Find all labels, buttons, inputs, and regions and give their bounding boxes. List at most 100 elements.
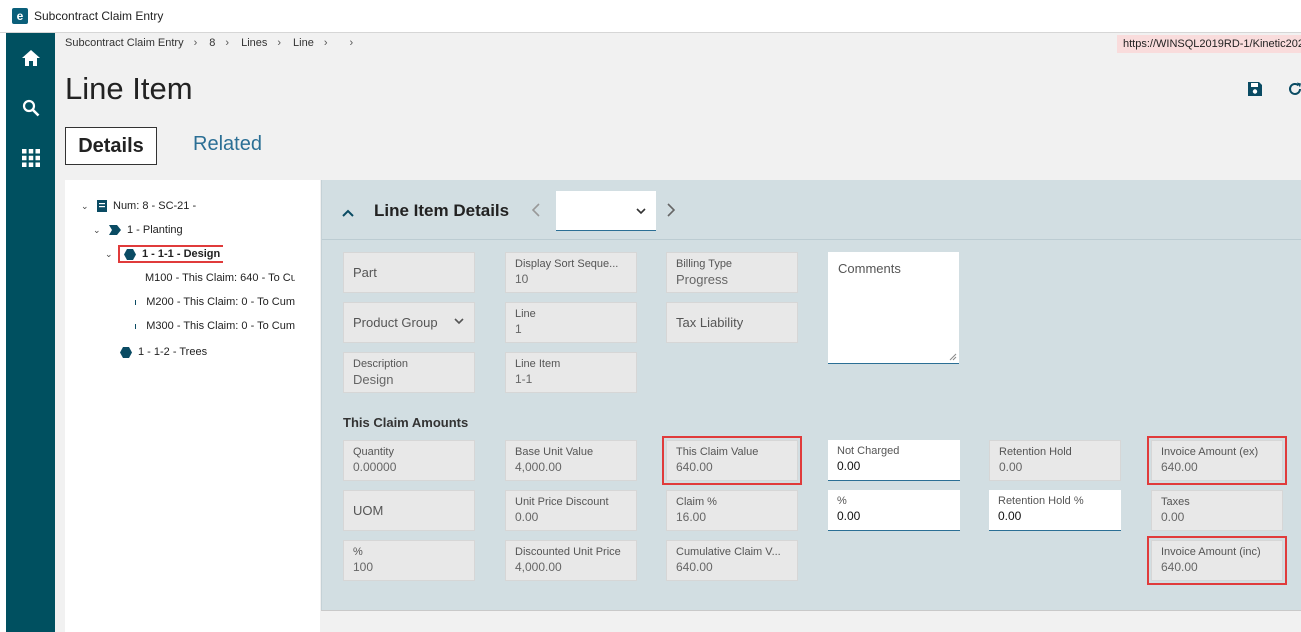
tax-liability-field[interactable]: Tax Liability	[666, 302, 798, 343]
this-claim-value-label: This Claim Value	[676, 446, 759, 458]
search-button[interactable]	[6, 83, 55, 133]
apps-button[interactable]	[6, 133, 55, 183]
tree-node-label: M300 - This Claim: 0 - To Cum	[146, 320, 295, 332]
taxes-field[interactable]: Taxes 0.00	[1151, 490, 1283, 531]
retention-hold-value: 0.00	[999, 460, 1023, 474]
save-button[interactable]	[1247, 81, 1265, 99]
unit-price-discount-field[interactable]: Unit Price Discount 0.00	[505, 490, 637, 531]
percent-value: 0.00	[837, 509, 861, 523]
breadcrumb-separator: ›	[323, 37, 328, 49]
collapse-chevron-icon[interactable]	[342, 204, 354, 222]
product-group-dropdown[interactable]: Product Group	[343, 302, 475, 343]
line-item-field[interactable]: Line Item 1-1	[505, 352, 637, 393]
quantity-field[interactable]: Quantity 0.00000	[343, 440, 475, 481]
main-area: Subcontract Claim Entry › 8 › Lines › Line ›…	[55, 33, 1301, 632]
taxes-label: Taxes	[1161, 496, 1190, 508]
base-unit-value-value: 4,000.00	[515, 460, 562, 474]
claim-percent-label: Claim %	[676, 496, 717, 508]
not-charged-label: Not Charged	[837, 445, 900, 457]
line-field[interactable]: Line 1	[505, 302, 637, 343]
billing-type-label: Billing Type	[676, 258, 733, 270]
home-button[interactable]	[6, 33, 55, 83]
discounted-unit-price-label: Discounted Unit Price	[515, 546, 621, 558]
claim-percent-field[interactable]: Claim % 16.00	[666, 490, 798, 531]
line-item-label: Line Item	[515, 358, 561, 370]
line-value: 1	[515, 322, 522, 336]
save-icon	[1248, 82, 1262, 96]
next-record-icon[interactable]	[667, 203, 676, 222]
display-sort-value: 10	[515, 272, 529, 286]
breadcrumb-separator: ›	[277, 37, 282, 49]
breadcrumb-item-lines[interactable]: Lines	[241, 37, 267, 49]
tree-node-selected[interactable]: ⌄ 1 - 1-1 - Design	[105, 245, 224, 263]
tree-leaf[interactable]: M100 - This Claim: 640 - To Cu	[135, 269, 295, 287]
description-label: Description	[353, 358, 409, 370]
comments-textarea[interactable]: Comments	[828, 252, 959, 364]
quantity-value: 0.00000	[353, 460, 397, 474]
comments-label: Comments	[838, 261, 901, 276]
invoice-amount-inc-value: 640.00	[1161, 560, 1198, 574]
percent-field[interactable]: % 100	[343, 540, 475, 581]
unit-price-discount-label: Unit Price Discount	[515, 496, 609, 508]
expand-chevron-icon[interactable]: ⌄	[81, 201, 91, 212]
invoice-amount-ex-field[interactable]: Invoice Amount (ex) 640.00	[1147, 436, 1287, 485]
document-icon	[97, 200, 107, 212]
record-selector[interactable]	[556, 191, 656, 231]
invoice-amount-ex-value: 640.00	[1161, 460, 1198, 474]
cumulative-claim-field[interactable]: Cumulative Claim V... 640.00	[666, 540, 798, 581]
tab-details[interactable]: Details	[65, 127, 157, 165]
not-charged-input[interactable]: Not Charged 0.00	[828, 440, 960, 481]
cumulative-claim-label: Cumulative Claim V...	[676, 546, 781, 558]
percent-input[interactable]: % 0.00	[828, 490, 960, 531]
this-claim-value-field[interactable]: This Claim Value 640.00	[662, 436, 802, 485]
expand-chevron-icon[interactable]: ⌄	[105, 249, 115, 260]
tree-node-label: 1 - 1-1 - Design	[142, 248, 221, 260]
invoice-amount-inc-label: Invoice Amount (inc)	[1161, 546, 1261, 558]
tax-liability-label: Tax Liability	[676, 315, 744, 330]
description-field[interactable]: Description Design	[343, 352, 475, 393]
billing-type-value: Progress	[676, 272, 729, 287]
retention-hold-label: Retention Hold	[999, 446, 1072, 458]
invoice-amount-inc-field[interactable]: Invoice Amount (inc) 640.00	[1147, 536, 1287, 585]
tree-leaf[interactable]: M300 - This Claim: 0 - To Cum	[135, 317, 295, 335]
product-group-label: Product Group	[353, 315, 438, 330]
tree-node-label: M200 - This Claim: 0 - To Cum	[146, 296, 295, 308]
search-icon	[22, 99, 39, 117]
tree-node-sibling[interactable]: 1 - 1-2 - Trees	[120, 343, 207, 361]
tree-leaf[interactable]: M200 - This Claim: 0 - To Cum	[135, 293, 295, 311]
breadcrumb-item-app[interactable]: Subcontract Claim Entry	[65, 37, 184, 49]
line-label: Line	[515, 308, 536, 320]
app-logo-icon: e	[12, 8, 28, 24]
tree-node-label: 1 - 1-2 - Trees	[138, 346, 208, 358]
tab-related[interactable]: Related	[193, 133, 262, 156]
panel-title: Line Item Details	[374, 201, 510, 220]
display-sort-field[interactable]: Display Sort Seque... 10	[505, 252, 637, 293]
part-field[interactable]: Part	[343, 252, 475, 293]
breadcrumb-item-number[interactable]: 8	[209, 37, 215, 49]
expand-chevron-icon[interactable]: ⌄	[93, 225, 103, 236]
tree-node-label: Num: 8 - SC-21 -	[113, 200, 197, 212]
page-title: Line Item	[65, 71, 193, 106]
retention-hold-percent-input[interactable]: Retention Hold % 0.00	[989, 490, 1121, 531]
breadcrumb-item-line[interactable]: Line	[293, 37, 314, 49]
previous-record-icon[interactable]	[531, 203, 540, 222]
resize-grip-icon[interactable]	[949, 353, 957, 361]
billing-type-field[interactable]: Billing Type Progress	[666, 252, 798, 293]
tree-node-root[interactable]: ⌄ Num: 8 - SC-21 -	[81, 197, 196, 215]
tree-node-highlight[interactable]: 1 - 1-1 - Design	[117, 245, 224, 263]
taxes-value: 0.00	[1161, 510, 1185, 524]
tree-node-label: 1 - Planting	[127, 224, 183, 236]
retention-hold-percent-label: Retention Hold %	[998, 495, 1084, 507]
breadcrumb-separator: ›	[349, 37, 354, 49]
refresh-icon	[1289, 82, 1301, 95]
uom-field[interactable]: UOM	[343, 490, 475, 531]
part-label: Part	[353, 265, 377, 280]
hexagon-icon	[124, 248, 136, 260]
refresh-button[interactable]	[1287, 81, 1301, 99]
base-unit-value-field[interactable]: Base Unit Value 4,000.00	[505, 440, 637, 481]
quantity-label: Quantity	[353, 446, 394, 458]
retention-hold-field[interactable]: Retention Hold 0.00	[989, 440, 1121, 481]
bullet-icon	[135, 323, 137, 329]
discounted-unit-price-field[interactable]: Discounted Unit Price 4,000.00	[505, 540, 637, 581]
tree-node-group[interactable]: ⌄ 1 - Planting	[93, 221, 183, 239]
